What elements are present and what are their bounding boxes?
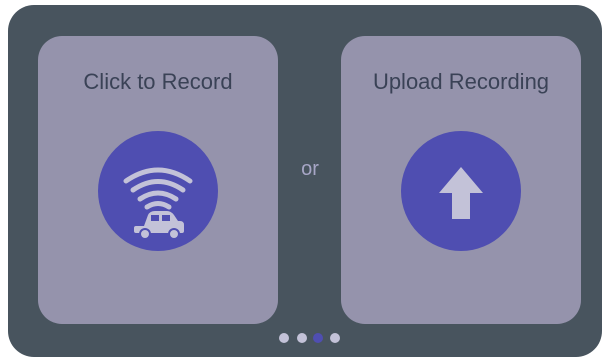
wifi-car-icon [123,167,193,240]
upload-arrow-icon [439,167,483,219]
pagination-dot-2[interactable] [297,333,307,343]
or-separator: or [301,158,319,180]
pagination-dots [279,333,343,345]
record-card[interactable]: Click to Record [38,36,278,324]
upload-card-title: Upload Recording [372,69,550,94]
upload-card[interactable]: Upload Recording [341,36,581,324]
record-button[interactable] [98,131,218,251]
pagination-dot-4[interactable] [330,333,340,343]
pagination-dot-3[interactable] [313,333,323,343]
upload-button[interactable] [401,131,521,251]
record-card-title: Click to Record [83,69,233,94]
pagination-dot-1[interactable] [279,333,289,343]
